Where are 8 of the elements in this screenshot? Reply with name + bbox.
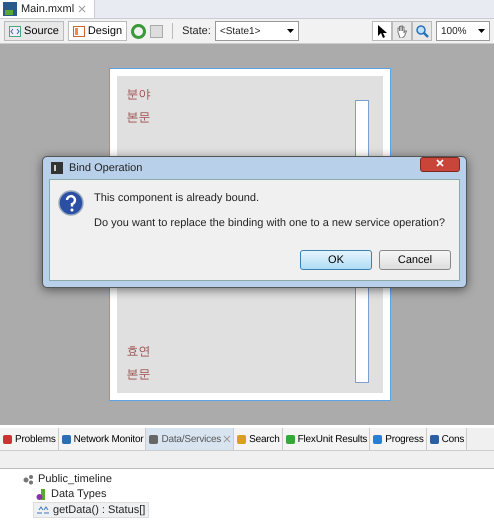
dialog-title: Bind Operation — [69, 162, 142, 174]
dialog-message: Do you want to replace the binding with one to a new service operation? — [94, 217, 445, 229]
list-item: 본문 — [126, 109, 150, 126]
list-item: 본문 — [126, 366, 150, 383]
list-item: 효연 — [126, 343, 150, 360]
dialog-message: This component is already bound. — [94, 192, 260, 204]
list-item: 분야 — [126, 86, 150, 103]
state-label: State: — [182, 25, 211, 37]
